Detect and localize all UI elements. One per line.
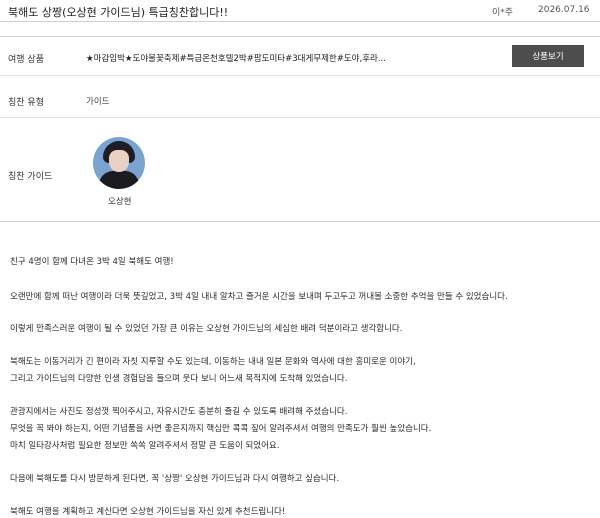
review-title: 북해도 상짱(오상현 가이드님) 특급칭찬합니다!!: [8, 6, 229, 19]
review-paragraph: 다음에 북해도를 다시 방문하게 된다면, 꼭 '상짱' 오상현 가이드님과 다…: [10, 474, 340, 484]
review-paragraph: 친구 4명이 함께 다녀온 3박 4일 북해도 여행!: [10, 257, 174, 267]
avatar-body: [99, 171, 139, 189]
review-date: 2026.07.16: [538, 5, 590, 15]
review-header: 북해도 상짱(오상현 가이드님) 특급칭찬합니다!! 이*주 2026.07.1…: [0, 0, 600, 22]
review-paragraph: 그리고 가이드님의 다양한 인생 경험담을 들으며 웃다 보니 어느새 목적지에…: [10, 374, 348, 384]
review-paragraph: 마치 일타강사처럼 필요한 정보만 쏙쏙 알려주셔서 정말 큰 도움이 되었어요…: [10, 441, 280, 451]
product-name: ★마감임박★도야불꽃축제#특급온천호텔2박#팜도미타#3대게무제한#도야,후라.…: [86, 54, 386, 64]
review-page: 북해도 상짱(오상현 가이드님) 특급칭찬합니다!! 이*주 2026.07.1…: [0, 0, 600, 518]
avatar-face: [109, 150, 129, 172]
row-divider: [0, 117, 600, 118]
review-paragraph: 관광지에서는 사진도 정성껏 찍어주시고, 자유시간도 충분히 즐길 수 있도록…: [10, 407, 348, 417]
guide-avatar: [93, 137, 145, 189]
row-divider: [0, 75, 600, 76]
guide-name: 오상현: [108, 197, 132, 207]
review-author: 이*주: [492, 8, 514, 18]
product-label: 여행 상품: [8, 55, 44, 65]
review-paragraph: 오랜만에 함께 떠난 여행이라 더욱 뜻깊었고, 3박 4일 내내 알차고 즐거…: [10, 292, 508, 302]
view-product-button[interactable]: 상품보기: [512, 45, 584, 67]
review-paragraph: 북해도 여행을 계획하고 계신다면 오상현 가이드님을 자신 있게 추천드립니다…: [10, 507, 286, 517]
review-info-table: 여행 상품 ★마감임박★도야불꽃축제#특급온천호텔2박#팜도미타#3대게무제한#…: [0, 36, 600, 222]
praise-type-label: 칭찬 유형: [8, 98, 44, 108]
review-paragraph: 북해도는 이동거리가 긴 편이라 자칫 지루할 수도 있는데, 이동하는 내내 …: [10, 357, 416, 367]
praised-guide-label: 칭찬 가이드: [8, 172, 53, 182]
praise-type-value: 가이드: [86, 97, 110, 107]
review-paragraph: 이렇게 만족스러운 여행이 될 수 있었던 가장 큰 이유는 오상현 가이드님의…: [10, 324, 403, 334]
review-paragraph: 무엇을 꼭 봐야 하는지, 어떤 기념품을 사면 좋은지까지 핵심만 콕콕 짚어…: [10, 424, 432, 434]
